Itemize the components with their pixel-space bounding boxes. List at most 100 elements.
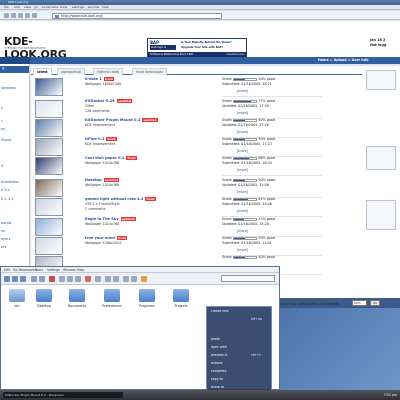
row-title[interactable]: gnome light without rata 4.2 fresh [85, 197, 156, 201]
taskbar-task-button[interactable]: KXDocker Plugin Mount 0.2 - Konqueror [3, 392, 123, 398]
row-title[interactable]: free your mind fresh [85, 236, 128, 240]
sidebar-item[interactable]: iorations [1, 86, 16, 90]
thumbnail-image[interactable] [35, 100, 63, 118]
row-title[interactable]: Eagle In The Sky updated [85, 217, 136, 221]
menu-help[interactable]: help [102, 5, 109, 10]
context-menu-item[interactable]: preview in [211, 353, 227, 357]
menu-go[interactable]: go [34, 5, 38, 10]
cut-icon[interactable] [59, 276, 65, 282]
menu-view[interactable]: view [24, 5, 31, 10]
thumbnail-image[interactable] [35, 198, 63, 216]
documents-folder-icon[interactable] [69, 289, 85, 302]
menu-bookmarks[interactable]: bookmarks [42, 5, 59, 10]
preferences-folder-icon[interactable] [104, 289, 120, 302]
context-menu-item[interactable]: open with [211, 345, 227, 349]
row-title[interactable]: KXDocker Plugin Mount 0.2 updated [85, 118, 158, 122]
back-icon[interactable] [4, 13, 9, 18]
reload-icon[interactable] [18, 13, 23, 18]
more-link[interactable]: [more] [237, 130, 248, 134]
banner-ad[interactable]: BAP web logic & creation, inc. Is Your W… [147, 38, 247, 58]
row-title[interactable]: GPipe 0.1 fresh [85, 137, 117, 141]
print-icon[interactable] [95, 276, 101, 282]
back-icon[interactable] [12, 276, 18, 282]
row-title[interactable]: KXDocker 0.26 updated [85, 99, 132, 103]
sidebar-item[interactable]: 4 [1, 164, 3, 168]
forward-icon[interactable] [20, 276, 26, 282]
row-title-text[interactable]: Desktop [85, 178, 102, 182]
more-link[interactable]: [more] [237, 168, 248, 172]
more-link[interactable]: [more] [237, 248, 248, 252]
row-title[interactable]: Cool Wall paper 0.1 fresh [85, 156, 137, 160]
home-icon[interactable] [31, 276, 37, 282]
sidebar-item[interactable]: E 3.x [1, 188, 9, 192]
sidebar-item[interactable]: ounds [1, 221, 11, 225]
thumbnail-image[interactable] [35, 237, 63, 255]
thumbnail-image[interactable] [35, 218, 63, 236]
paste-icon[interactable] [75, 276, 81, 282]
tab-latest[interactable]: latest [33, 68, 52, 75]
more-link[interactable]: [more] [237, 149, 248, 153]
row-comments[interactable]: 126 comments [85, 109, 110, 113]
row-title-text[interactable]: KXDocker 0.26 [85, 99, 115, 103]
context-menu-item[interactable]: move to [211, 385, 224, 389]
row-title[interactable]: Desktop updated [85, 178, 119, 182]
sidebar-item[interactable]: r [1, 119, 2, 123]
thumbnail-image[interactable] [35, 157, 63, 175]
more-link[interactable]: [more] [237, 209, 248, 213]
programs-folder-icon[interactable] [139, 289, 155, 302]
stop-icon[interactable] [25, 13, 30, 18]
thumbnail-image[interactable] [35, 138, 63, 156]
row-title-text[interactable]: Eagle In The Sky [85, 217, 119, 221]
row-title-text[interactable]: free your mind [85, 236, 115, 240]
tab-highest-rated[interactable]: highest rated [93, 68, 124, 75]
trash-bin-icon[interactable] [9, 289, 25, 302]
fm-location-field[interactable] [221, 275, 275, 282]
more-link[interactable]: [more] [237, 89, 248, 93]
tab-alphabetical[interactable]: alphabetical [57, 68, 86, 75]
sidebar-item[interactable]: ayers [1, 237, 10, 241]
home-icon[interactable] [32, 13, 37, 18]
sidebar-item[interactable]: E > 3.2 [1, 197, 14, 201]
context-menu-item[interactable]: compress [211, 369, 226, 373]
row-title-text[interactable]: Cool Wall paper 0.1 [85, 156, 124, 160]
thumbnail-image[interactable] [35, 179, 63, 197]
menu-settings[interactable]: settings [72, 5, 84, 10]
sidebar-item[interactable]: ns [1, 229, 5, 233]
sidebar-item[interactable]: Styles [1, 138, 11, 142]
row-title-text[interactable]: K-date 1 [85, 77, 102, 81]
up-icon[interactable] [4, 276, 10, 282]
row-title-text[interactable]: GPipe 0.1 [85, 137, 104, 141]
icon-view-icon[interactable] [123, 276, 129, 282]
context-menu-item[interactable]: actions [211, 361, 222, 365]
bookmark-icon[interactable] [141, 276, 147, 282]
list-view-icon[interactable] [131, 276, 137, 282]
row-comments[interactable]: 2 comments [85, 207, 106, 211]
site-logo[interactable]: KDE-LOOK.ORG EYE-CANDY FOR YOUR KDE-DESK… [2, 35, 80, 61]
row-title-text[interactable]: KXDocker Plugin Mount 0.2 [85, 118, 140, 122]
sidebar-item[interactable]: ay [1, 127, 5, 131]
more-link[interactable]: [more] [237, 111, 248, 115]
forward-icon[interactable] [11, 13, 16, 18]
more-link[interactable]: [more] [237, 190, 248, 194]
score-select[interactable]: 50% [352, 300, 367, 306]
ok-button[interactable]: OK [370, 300, 380, 306]
copy-icon[interactable] [67, 276, 73, 282]
projects-folder-icon[interactable] [173, 289, 189, 302]
delete-icon[interactable] [85, 276, 91, 282]
sidebar-item[interactable]: s [1, 106, 3, 110]
menu-window[interactable]: window [88, 5, 99, 10]
stop-icon[interactable] [49, 276, 55, 282]
zoom-in-icon[interactable] [105, 276, 111, 282]
menu-file[interactable]: file [4, 5, 9, 10]
menu-edit[interactable]: edit [14, 5, 20, 10]
menu-tools[interactable]: tools [60, 5, 67, 10]
nav-links[interactable]: Home :: Upload :: User Info [318, 57, 369, 64]
zoom-out-icon[interactable] [113, 276, 119, 282]
more-link[interactable]: [more] [237, 229, 248, 233]
address-field[interactable]: http://www.kde-look.org/ [52, 13, 222, 19]
row-title[interactable]: K-date 1 fresh [85, 77, 115, 81]
context-menu-item[interactable]: paste [211, 337, 220, 341]
thumbnail-image[interactable] [35, 119, 63, 137]
sidebar-item[interactable]: ecorations [1, 180, 19, 184]
reload-icon[interactable] [39, 276, 45, 282]
